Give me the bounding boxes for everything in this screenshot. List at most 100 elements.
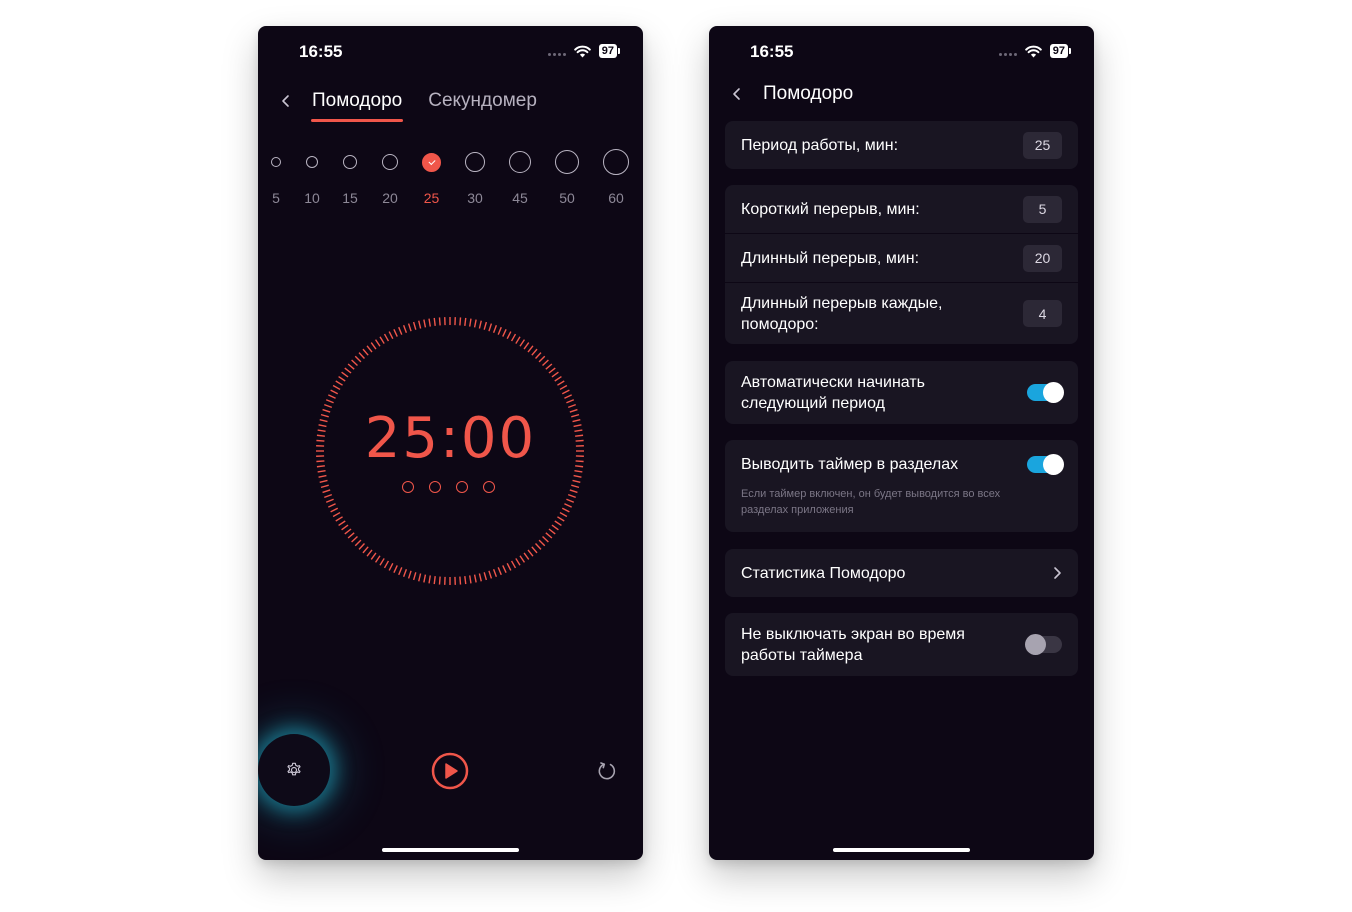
home-indicator[interactable] [833,848,970,852]
breaks-card: Короткий перерыв, мин: 5 Длинный перерыв… [725,185,1078,344]
short-break-value[interactable]: 5 [1023,195,1062,223]
dial-tick [572,479,581,483]
dial-tick [341,524,349,531]
auto-start-row[interactable]: Автоматически начинать следующий период [725,361,1078,424]
dial-tick [571,484,580,489]
duration-option[interactable]: 45 [509,148,531,206]
duration-option-selected[interactable]: 25 [422,148,441,206]
dial-tick [330,507,339,513]
dial-tick [527,549,534,557]
keep-screen-on-row[interactable]: Не выключать экран во время работы тайме… [725,613,1078,676]
show-timer-toggle[interactable] [1027,454,1064,475]
tab-pomodoro[interactable]: Помодоро [310,90,404,122]
dial-tick [497,567,502,576]
short-break-row[interactable]: Короткий перерыв, мин: 5 [725,185,1078,233]
dial-tick [433,576,436,585]
dial-tick [515,558,521,566]
dial-tick [548,367,556,374]
dial-tick [347,532,355,539]
duration-option[interactable]: 15 [342,148,358,206]
back-chevron-icon[interactable] [731,86,743,102]
long-break-every-row[interactable]: Длинный перерыв каждые, помодоро: 4 [725,282,1078,344]
cycle-indicators [402,481,495,493]
dial-tick [510,560,517,569]
long-break-value[interactable]: 20 [1023,244,1062,272]
dial-tick [483,572,488,581]
dial-tick [554,375,562,382]
dial-tick [338,375,346,382]
duration-option[interactable]: 60 [603,148,629,206]
dial-tick [374,339,381,347]
dial-tick [358,352,365,359]
auto-start-label: Автоматически начинать следующий период [741,373,925,412]
dial-tick [344,367,352,374]
duration-option[interactable]: 5 [271,148,281,206]
battery-icon: 97 [598,44,621,58]
dial-tick [459,576,462,585]
dial-tick [473,574,477,583]
dial-tick [510,333,517,342]
dial-tick [473,319,477,328]
settings-button[interactable] [258,734,330,806]
play-icon [445,763,458,779]
dial-tick [459,317,462,326]
home-indicator[interactable] [382,848,519,852]
work-period-row[interactable]: Период работы, мин: 25 [725,121,1078,169]
reset-icon[interactable] [596,760,618,782]
dial-tick [506,562,512,571]
dial-tick [573,474,582,478]
dial-tick [535,543,542,550]
wifi-icon [573,45,591,57]
keep-screen-on-toggle[interactable] [1025,634,1062,655]
long-break-label: Длинный перерыв, мин: [741,249,920,267]
dial-tick [351,359,358,366]
dial-tick [324,493,333,499]
gear-icon [287,762,301,776]
dial-tick [344,528,352,535]
dial-tick [438,576,441,585]
cycle-dot [429,481,441,493]
dial-tick [428,318,431,327]
dial-tick [542,536,549,543]
duration-option[interactable]: 30 [465,148,485,206]
dial-tick [492,325,498,334]
long-break-every-value[interactable]: 4 [1023,300,1062,327]
auto-start-toggle[interactable] [1027,382,1064,403]
tab-stopwatch[interactable]: Секундомер [428,90,537,118]
battery-icon: 97 [1049,44,1072,58]
dial-tick [322,489,331,494]
dial-tick [320,484,329,489]
dial-tick [319,479,328,483]
mode-tabs: Помодоро Секундомер [310,90,537,122]
cycle-dot [483,481,495,493]
dial-tick [335,516,343,522]
dial-tick [383,560,390,569]
show-timer-hint: Если таймер включен, он будет выводится … [741,488,1001,516]
chevron-right-icon [1054,567,1061,579]
dial-tick [515,336,521,344]
dial-tick [374,555,381,563]
duration-option[interactable]: 10 [304,148,320,206]
statistics-row[interactable]: Статистика Помодоро [725,549,1078,597]
cellular-signal-icon [998,52,1017,56]
pomodoro-settings-screen: 16:55 97 Помодоро Период работы, мин: 25… [709,26,1094,860]
dial-tick [559,511,568,518]
dial-tick [418,320,422,329]
cycle-dot [402,481,414,493]
timer-display: 25:00 [364,406,537,471]
work-period-value[interactable]: 25 [1023,131,1062,159]
long-break-row[interactable]: Длинный перерыв, мин: 20 [725,233,1078,282]
dial-tick [423,574,427,583]
dial-tick [379,558,385,566]
duration-option[interactable]: 50 [555,148,579,206]
dial-tick [545,532,553,539]
duration-option[interactable]: 20 [382,148,398,206]
play-button[interactable] [431,752,469,790]
back-chevron-icon[interactable] [280,93,292,109]
dial-tick [351,536,358,543]
dial-tick [492,568,498,577]
dial-tick [438,317,441,326]
dial-tick [506,331,512,340]
page-title: Помодоро [763,83,854,104]
dial-tick [362,546,369,554]
